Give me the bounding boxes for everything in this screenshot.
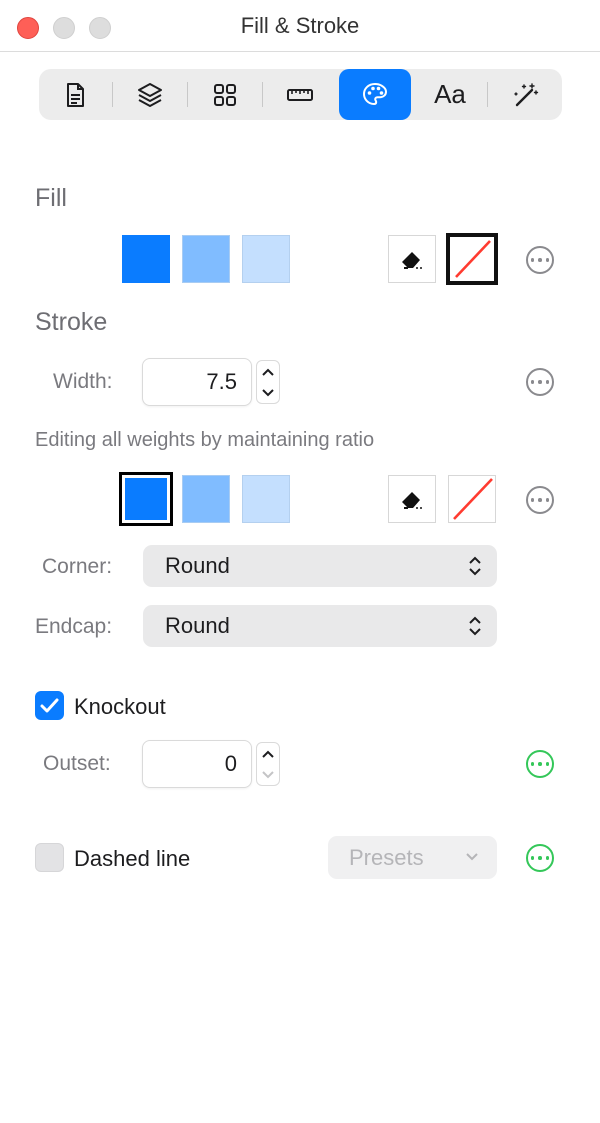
- layers-icon: [138, 82, 162, 107]
- toolbar-separator: [112, 82, 113, 107]
- document-icon: [67, 82, 84, 107]
- updown-chevron-icon: [469, 556, 481, 576]
- chevron-down-icon: [466, 853, 478, 861]
- stroke-heading: Stroke: [35, 308, 108, 336]
- chevron-down-icon: [262, 388, 274, 396]
- toolbar-separator: [262, 82, 263, 107]
- endcap-select[interactable]: Round: [143, 605, 497, 647]
- stepper-down-button[interactable]: [257, 764, 279, 785]
- stroke-none-button[interactable]: [448, 475, 496, 523]
- ratio-note: Editing all weights by maintaining ratio: [35, 429, 375, 451]
- palette-icon: [362, 82, 388, 105]
- updown-chevron-icon: [469, 616, 481, 636]
- chevron-up-icon: [262, 750, 274, 758]
- stroke-eraser-button[interactable]: [388, 475, 436, 523]
- corner-select[interactable]: Round: [143, 545, 497, 587]
- width-label: Width:: [53, 370, 113, 393]
- fill-more-options-button[interactable]: [526, 246, 554, 274]
- presets-popup[interactable]: Presets: [328, 836, 497, 879]
- stroke-width-more-button[interactable]: [526, 368, 554, 396]
- document-tab[interactable]: [45, 69, 105, 120]
- stroke-more-options-button[interactable]: [526, 486, 554, 514]
- fill-swatch-light-blue[interactable]: [242, 235, 290, 283]
- fill-stroke-tab[interactable]: [339, 69, 411, 120]
- corner-label: Corner:: [42, 555, 113, 578]
- fill-heading: Fill: [35, 184, 67, 212]
- outset-stepper[interactable]: [256, 742, 280, 786]
- fill-eraser-button[interactable]: [388, 235, 436, 283]
- eraser-icon: [402, 492, 422, 509]
- no-color-icon: [455, 240, 491, 278]
- endcap-value: Round: [165, 613, 230, 638]
- endcap-label: Endcap:: [35, 615, 113, 638]
- dashed-line-checkbox[interactable]: [35, 843, 64, 872]
- outset-more-button[interactable]: [526, 750, 554, 778]
- stepper-down-button[interactable]: [257, 382, 279, 403]
- fill-none-button[interactable]: [446, 233, 498, 285]
- stroke-swatch-dark-blue[interactable]: [119, 472, 173, 526]
- ruler-tab[interactable]: [270, 69, 330, 120]
- title-bar: Fill & Stroke: [0, 0, 600, 52]
- stepper-up-button[interactable]: [257, 361, 279, 382]
- fill-swatch-dark-blue[interactable]: [122, 235, 170, 283]
- presets-label: Presets: [349, 845, 424, 870]
- text-style-icon: Aa: [434, 79, 466, 109]
- stroke-swatch-light-blue[interactable]: [242, 475, 290, 523]
- layers-tab[interactable]: [120, 69, 180, 120]
- fill-swatch-medium-blue[interactable]: [182, 235, 230, 283]
- outset-label: Outset:: [43, 752, 111, 775]
- stroke-swatch-medium-blue[interactable]: [182, 475, 230, 523]
- stroke-width-stepper[interactable]: [256, 360, 280, 404]
- chevron-down-icon: [262, 770, 274, 778]
- chevron-up-icon: [262, 368, 274, 376]
- outset-input[interactable]: 0: [142, 740, 252, 788]
- grid-tab[interactable]: [195, 69, 255, 120]
- effects-tab[interactable]: [495, 69, 555, 120]
- grid-icon: [214, 83, 236, 106]
- magic-wand-icon: [514, 82, 539, 106]
- text-style-tab[interactable]: Aa: [420, 69, 480, 120]
- knockout-checkbox[interactable]: [35, 691, 64, 720]
- ruler-icon: [287, 88, 313, 101]
- toolbar-separator: [187, 82, 188, 107]
- window-title: Fill & Stroke: [240, 13, 360, 38]
- corner-value: Round: [165, 553, 230, 578]
- stroke-width-input[interactable]: 7.5: [142, 358, 252, 406]
- no-color-icon: [453, 478, 493, 520]
- inspector-toolbar: Aa: [39, 69, 562, 120]
- dashed-more-button[interactable]: [526, 844, 554, 872]
- knockout-label[interactable]: Knockout: [74, 694, 166, 720]
- eraser-icon: [402, 252, 422, 269]
- dashed-line-label[interactable]: Dashed line: [74, 846, 190, 872]
- toolbar-separator: [487, 82, 488, 107]
- stepper-up-button[interactable]: [257, 743, 279, 764]
- checkmark-icon: [40, 698, 59, 713]
